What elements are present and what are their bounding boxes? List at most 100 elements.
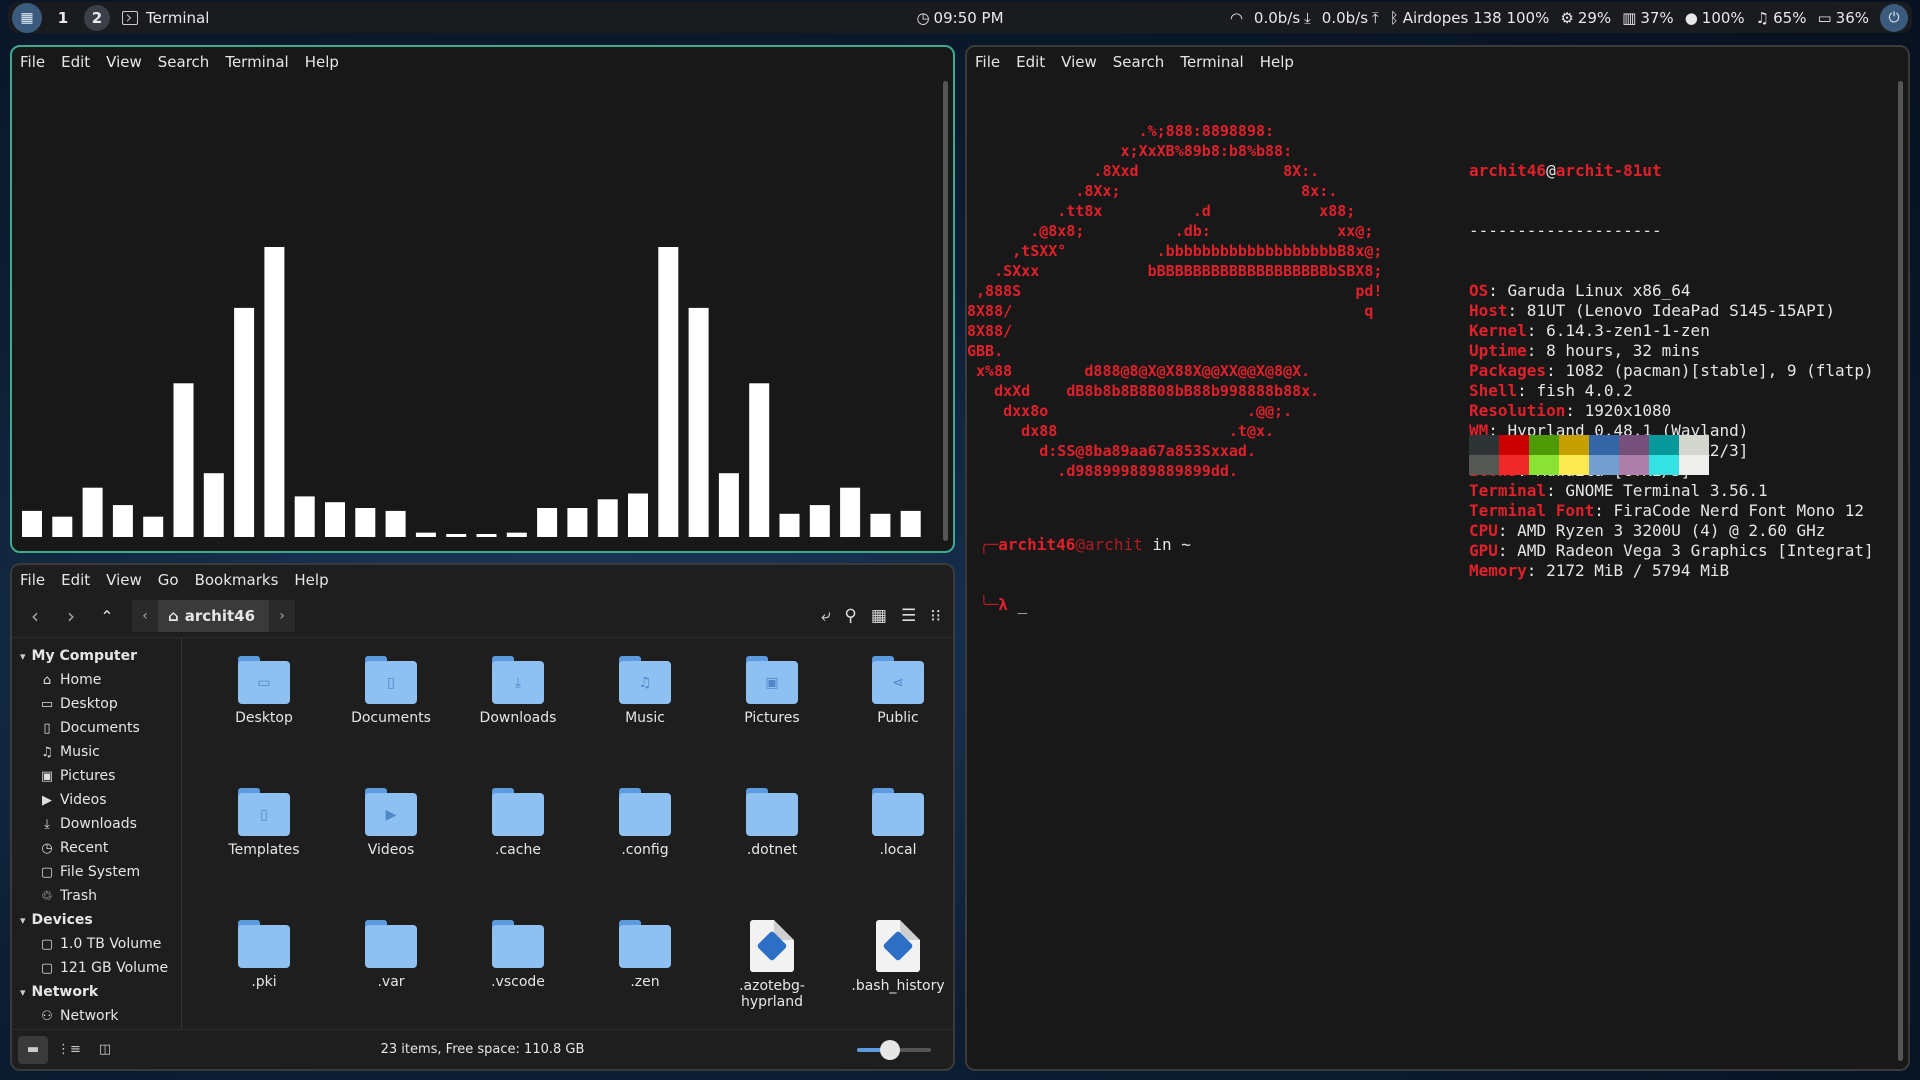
sidebar-item-home[interactable]: ⌂ Home bbox=[12, 668, 181, 692]
folder-item[interactable]: .dotnet bbox=[712, 788, 832, 858]
menu-view[interactable]: View bbox=[106, 571, 142, 589]
sidebar-section-header[interactable]: ▾ Devices bbox=[12, 908, 181, 932]
breadcrumb-home[interactable]: ⌂ archit46 bbox=[158, 600, 270, 632]
sidebar-section-header[interactable]: ▾ Network bbox=[12, 980, 181, 1004]
cursor: _ bbox=[1017, 595, 1028, 614]
list-view-button[interactable]: ☰ bbox=[901, 606, 916, 626]
clock[interactable]: ◷ 09:50 PM bbox=[916, 9, 1003, 27]
file-item[interactable]: .bash_history bbox=[838, 920, 953, 994]
search-button[interactable]: ⚲ bbox=[844, 606, 856, 626]
ascii-line: d:SS@8ba89aa67a853Sxxad. bbox=[967, 442, 1256, 460]
sidebar-item-recent[interactable]: ◷ Recent bbox=[12, 836, 181, 860]
volume-indicator[interactable]: ♫ 65% bbox=[1756, 9, 1807, 27]
item-label: Videos bbox=[367, 842, 415, 858]
folder-item[interactable]: .config bbox=[585, 788, 705, 858]
folder-item[interactable]: .local bbox=[838, 788, 953, 858]
zoom-slider[interactable] bbox=[857, 1039, 931, 1060]
folder-item[interactable]: .vscode bbox=[458, 920, 578, 990]
up-button[interactable]: ⌃ bbox=[92, 601, 122, 631]
folder-item[interactable]: ▣ Pictures bbox=[712, 656, 832, 726]
folder-item[interactable]: ▶ Videos bbox=[331, 788, 451, 858]
hide-sidebar-button[interactable]: ◫ bbox=[90, 1036, 120, 1064]
brightness-indicator[interactable]: ● 100% bbox=[1685, 9, 1745, 27]
terminal-scrollbar[interactable] bbox=[1898, 81, 1903, 1061]
breadcrumb-right-button[interactable]: › bbox=[269, 600, 296, 632]
sidebar-item-file-system[interactable]: ▢ File System bbox=[12, 860, 181, 884]
menu-file[interactable]: File bbox=[975, 53, 1000, 71]
zoom-slider-knob[interactable] bbox=[880, 1039, 901, 1060]
workspace-2-button[interactable]: 2 bbox=[84, 4, 110, 31]
visualizer-bar bbox=[718, 473, 739, 537]
folder-item[interactable]: ♫ Music bbox=[585, 656, 705, 726]
back-button[interactable]: ‹ bbox=[20, 601, 50, 631]
sidebar-item-videos[interactable]: ▶ Videos bbox=[12, 788, 181, 812]
menu-bookmarks[interactable]: Bookmarks bbox=[195, 571, 279, 589]
power-button[interactable]: ⏻ bbox=[1880, 3, 1908, 32]
separator: -------------------- bbox=[1469, 221, 1662, 240]
drive-icon: ▢ bbox=[40, 936, 54, 952]
menu-view[interactable]: View bbox=[106, 53, 142, 71]
folder-item[interactable]: ⤓ Downloads bbox=[458, 656, 578, 726]
fastfetch-terminal-window[interactable]: File Edit View Search Terminal Help .%;8… bbox=[965, 45, 1910, 1071]
bluetooth-indicator[interactable]: ᛒ Airdopes 138 100% bbox=[1390, 9, 1550, 27]
menu-help[interactable]: Help bbox=[305, 53, 339, 71]
sidebar-item-downloads[interactable]: ⤓ Downloads bbox=[12, 812, 181, 836]
menu-file[interactable]: File bbox=[20, 53, 45, 71]
menu-edit[interactable]: Edit bbox=[61, 53, 90, 71]
distro-ascii-logo: .%;888:8898898: x;XxXB%89b8:b8%b88: .8Xx… bbox=[967, 121, 1447, 481]
folder-item[interactable]: .cache bbox=[458, 788, 578, 858]
sidebar-item-pictures[interactable]: ▣ Pictures bbox=[12, 764, 181, 788]
ascii-line: .%;888:8898898: bbox=[967, 122, 1275, 140]
menu-edit[interactable]: Edit bbox=[61, 571, 90, 589]
folder-item[interactable]: ▯ Documents bbox=[331, 656, 451, 726]
prompt-user: archit46 bbox=[998, 535, 1076, 554]
sidebar-item-music[interactable]: ♫ Music bbox=[12, 740, 181, 764]
app-launcher-button[interactable]: ▦ bbox=[12, 2, 42, 33]
menu-terminal[interactable]: Terminal bbox=[225, 53, 288, 71]
sidebar-item-trash[interactable]: ♲ Trash bbox=[12, 884, 181, 908]
chevron-down-icon: ▾ bbox=[20, 985, 26, 999]
ascii-line: .8Xxd 8X:. bbox=[967, 162, 1320, 180]
download-icon: ⤓ bbox=[1304, 8, 1311, 27]
shell-prompt[interactable]: ╭─archit46@archit in ~ ╰─λ _ bbox=[979, 495, 1191, 655]
sidebar-section-header[interactable]: ▾ My Computer bbox=[12, 644, 181, 668]
folder-icon: ▭ bbox=[40, 696, 54, 712]
visualizer-bar bbox=[234, 307, 255, 537]
menu-help[interactable]: Help bbox=[1260, 53, 1294, 71]
menu-help[interactable]: Help bbox=[294, 571, 328, 589]
sidebar-item-121-gb-volume[interactable]: ▢ 121 GB Volume bbox=[12, 956, 181, 980]
toggle-location-button[interactable]: ⤶ bbox=[821, 606, 831, 626]
folder-item[interactable]: ▭ Desktop bbox=[204, 656, 324, 726]
file-item[interactable]: .azotebg-hyprland bbox=[712, 920, 832, 1010]
compact-view-button[interactable]: ⁝⁝ bbox=[930, 606, 941, 626]
show-places-button[interactable]: ▬ bbox=[18, 1035, 48, 1064]
sidebar-item-documents[interactable]: ▯ Documents bbox=[12, 716, 181, 740]
sidebar-item-1-0-tb-volume[interactable]: ▢ 1.0 TB Volume bbox=[12, 932, 181, 956]
folder-item[interactable]: .zen bbox=[585, 920, 705, 990]
menu-file[interactable]: File bbox=[20, 571, 45, 589]
system-info: archit46@archit-81ut -------------------… bbox=[1469, 121, 1874, 621]
sidebar-item-network[interactable]: ⚇ Network bbox=[12, 1004, 181, 1028]
cava-terminal-window[interactable]: File Edit View Search Terminal Help bbox=[10, 45, 955, 553]
menu-edit[interactable]: Edit bbox=[1016, 53, 1045, 71]
folder-item[interactable]: .pki bbox=[204, 920, 324, 990]
wifi-indicator[interactable]: ◠ bbox=[1230, 9, 1243, 27]
terminal-scrollbar[interactable] bbox=[943, 81, 948, 541]
folder-item[interactable]: ▯ Templates bbox=[204, 788, 324, 858]
menu-go[interactable]: Go bbox=[158, 571, 179, 589]
item-label: .zen bbox=[630, 974, 660, 990]
folder-item[interactable]: ⋖ Public bbox=[838, 656, 953, 726]
file-manager-window[interactable]: File Edit View Go Bookmarks Help ‹ › ⌃ ‹… bbox=[10, 563, 955, 1071]
icon-view-button[interactable]: ▦ bbox=[871, 606, 887, 626]
menu-search[interactable]: Search bbox=[1113, 53, 1165, 71]
menu-search[interactable]: Search bbox=[158, 53, 210, 71]
breadcrumb-left-button[interactable]: ‹ bbox=[132, 600, 158, 632]
workspace-1-button[interactable]: 1 bbox=[50, 5, 76, 31]
folder-item[interactable]: .var bbox=[331, 920, 451, 990]
menu-terminal[interactable]: Terminal bbox=[1180, 53, 1243, 71]
show-tree-button[interactable]: ⋮≡ bbox=[54, 1036, 84, 1064]
sidebar-item-desktop[interactable]: ▭ Desktop bbox=[12, 692, 181, 716]
menu-view[interactable]: View bbox=[1061, 53, 1097, 71]
compact-view-icon: ⁝⁝ bbox=[930, 606, 941, 626]
forward-button[interactable]: › bbox=[56, 601, 86, 631]
